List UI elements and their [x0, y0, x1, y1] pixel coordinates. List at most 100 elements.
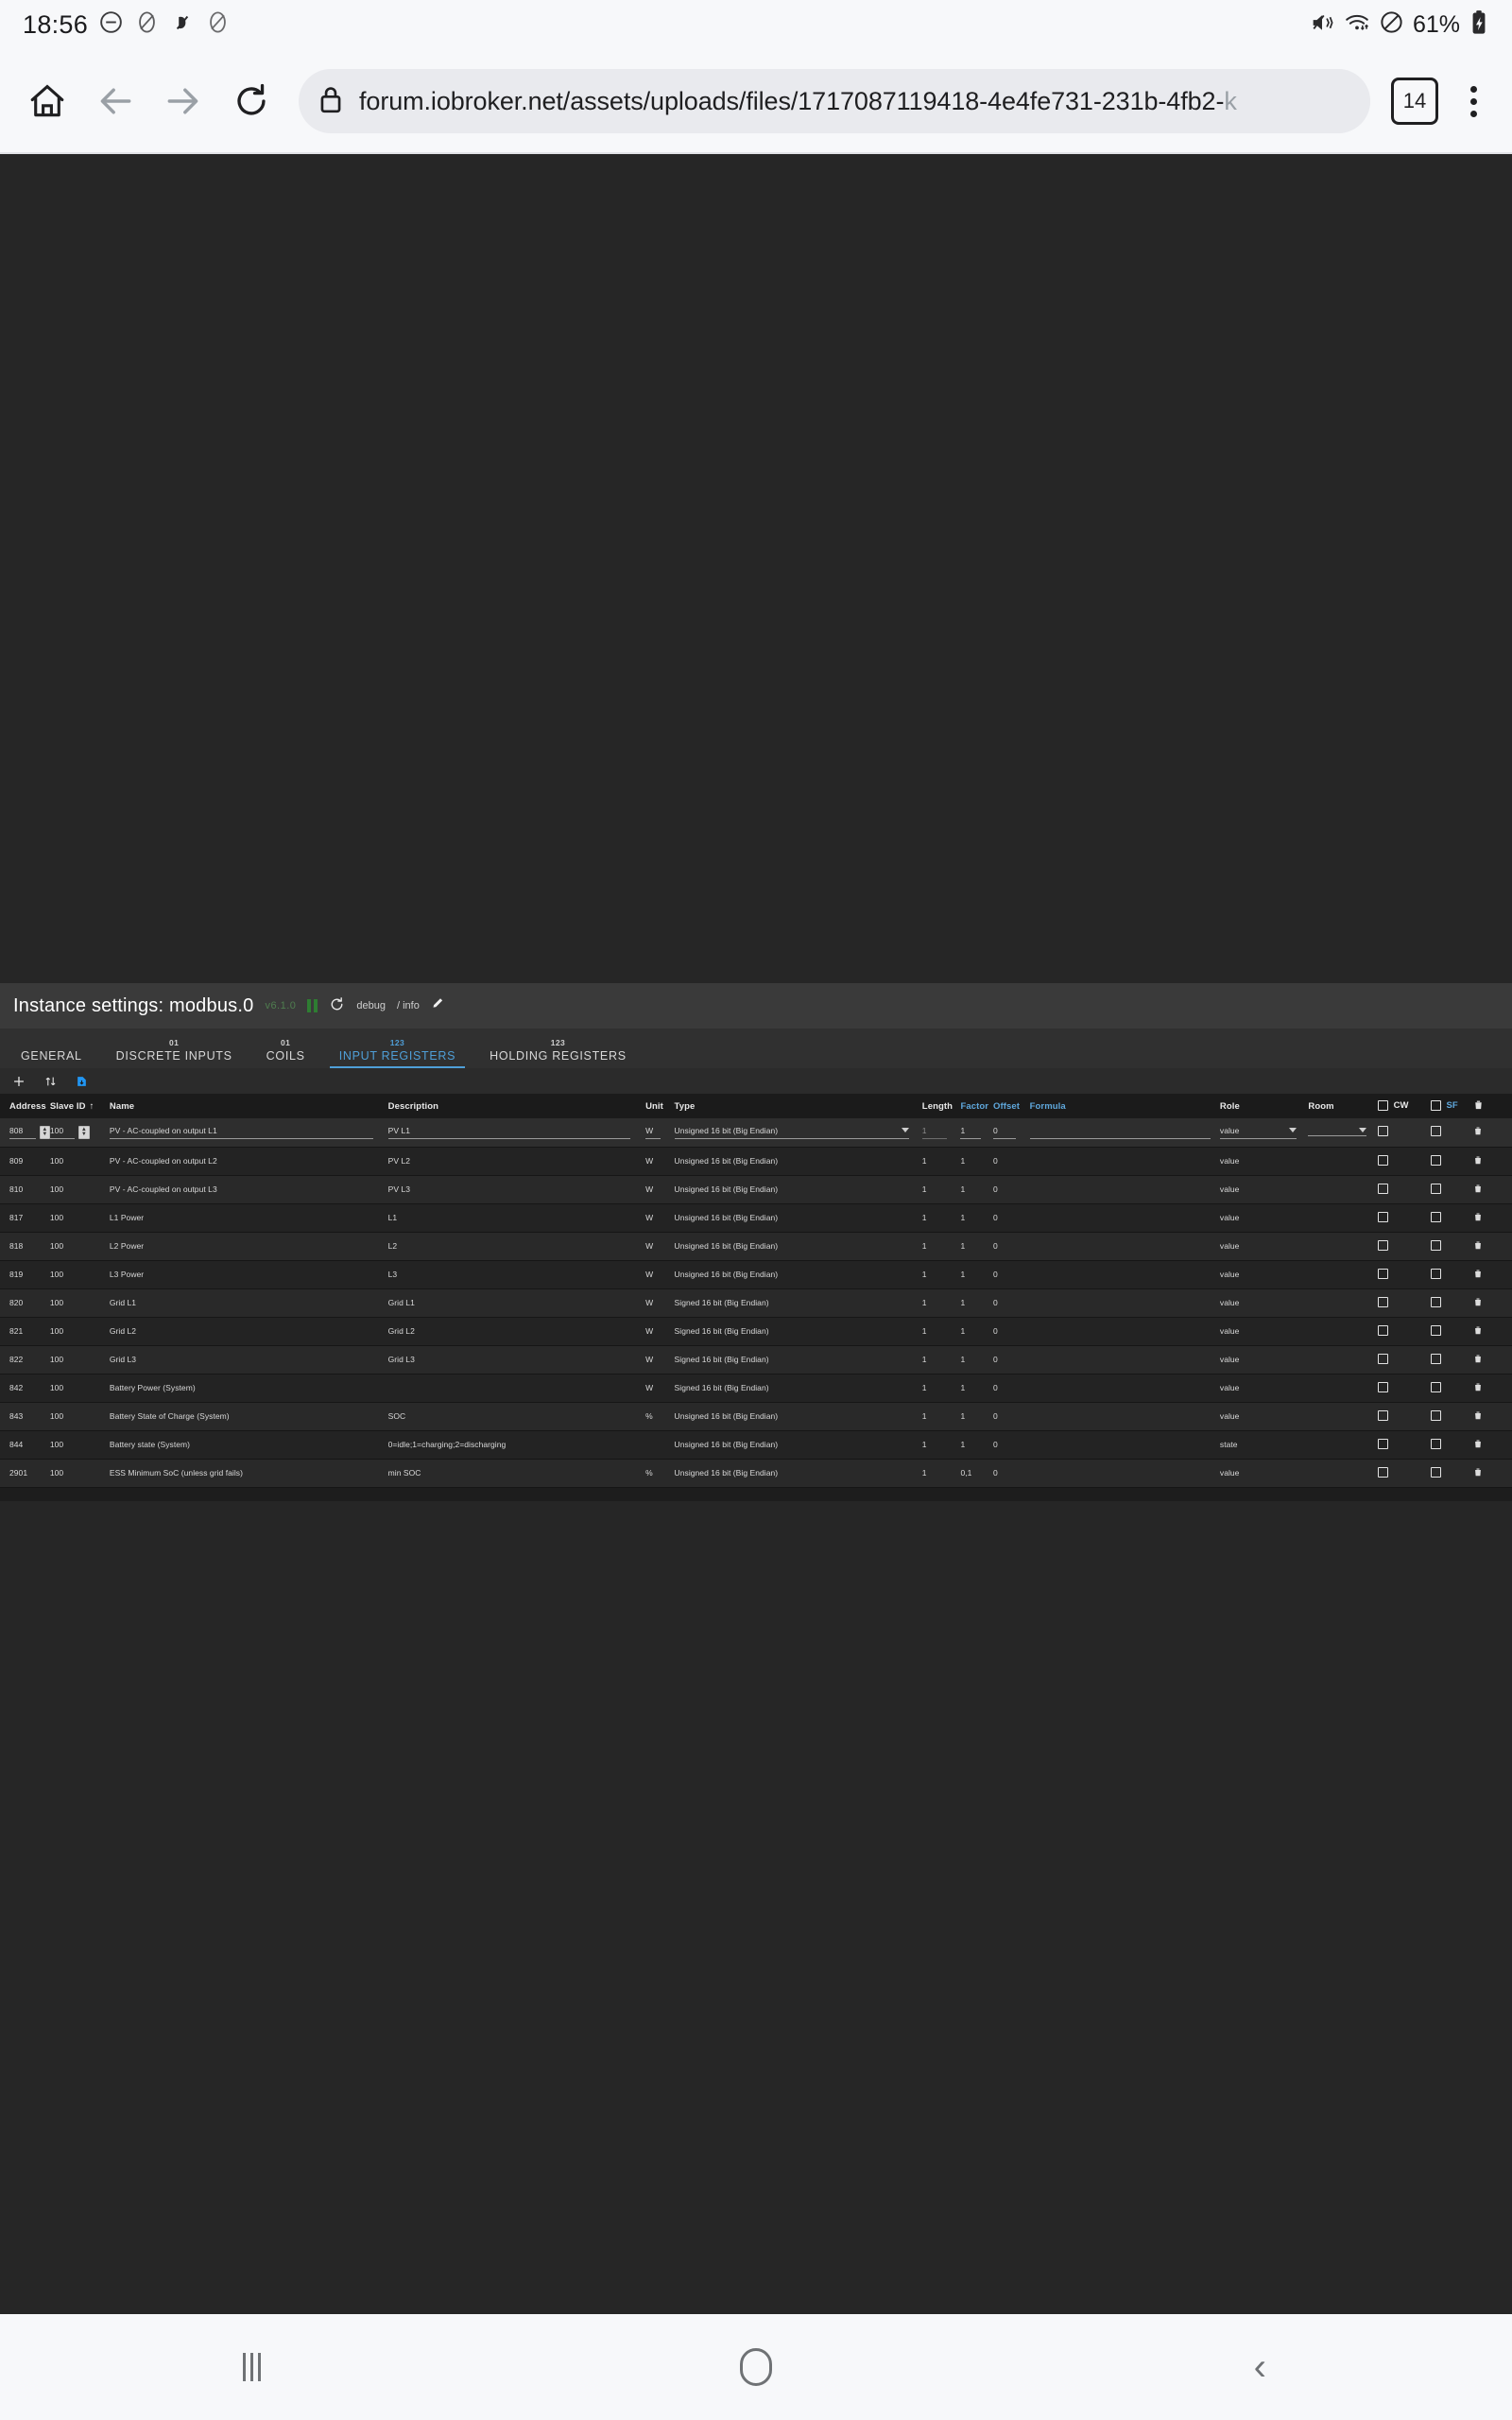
cell-length[interactable]: 1 [922, 1402, 961, 1430]
tab-holding-registers[interactable]: 123 HOLDING REGISTERS [472, 1028, 644, 1068]
cell-type[interactable]: Unsigned 16 bit (Big Endian) [675, 1147, 922, 1175]
cell-name[interactable]: Grid L3 [110, 1345, 388, 1374]
table-row[interactable]: 819 100 L3 Power L3 W Unsigned 16 bit (Big En… [0, 1260, 1512, 1288]
cell-factor[interactable]: 1 [960, 1288, 993, 1317]
cell-role[interactable]: value [1220, 1317, 1309, 1345]
kebab-menu-icon[interactable] [1452, 71, 1495, 131]
sf-checkbox[interactable] [1430, 1239, 1441, 1251]
sf-checkbox[interactable] [1430, 1183, 1441, 1194]
cell-address[interactable]: 843 [0, 1402, 50, 1430]
col-delete-all[interactable] [1473, 1095, 1512, 1118]
cell-sf[interactable] [1430, 1147, 1474, 1175]
cell-length[interactable]: 1 [922, 1175, 961, 1203]
cell-delete[interactable] [1473, 1430, 1512, 1459]
cell-unit[interactable]: W [645, 1175, 674, 1203]
cell-role[interactable]: value [1220, 1147, 1309, 1175]
cell-description[interactable]: L3 [388, 1260, 645, 1288]
cell-sf[interactable] [1430, 1459, 1474, 1487]
cell-address[interactable]: 817 [0, 1203, 50, 1232]
cell-factor[interactable]: 1 [960, 1402, 993, 1430]
cw-checkbox[interactable] [1377, 1154, 1388, 1166]
tab-input-registers[interactable]: 123 INPUT REGISTERS [322, 1028, 472, 1068]
cell-factor[interactable]: 1 [960, 1374, 993, 1402]
cell-formula[interactable] [1030, 1288, 1220, 1317]
cell-address[interactable]: 2901 [0, 1459, 50, 1487]
cell-delete[interactable] [1473, 1317, 1512, 1345]
cell-slave-id[interactable]: 100 [50, 1430, 110, 1459]
cell-address[interactable]: 822 [0, 1345, 50, 1374]
cell-type[interactable]: Signed 16 bit (Big Endian) [675, 1345, 922, 1374]
cell-offset[interactable]: 0 [993, 1147, 1030, 1175]
cell-delete[interactable] [1473, 1374, 1512, 1402]
col-sf[interactable]: SF [1430, 1095, 1474, 1118]
cell-length[interactable]: 1 [922, 1147, 961, 1175]
cell-formula[interactable] [1030, 1402, 1220, 1430]
table-row[interactable]: 842 100 Battery Power (System) W Signed 16 b… [0, 1374, 1512, 1402]
cell-slave-id[interactable]: 100 [50, 1175, 110, 1203]
cell-formula[interactable] [1030, 1345, 1220, 1374]
cell-formula[interactable] [1030, 1147, 1220, 1175]
cell-cw[interactable] [1377, 1402, 1431, 1430]
cell-address[interactable]: 844 [0, 1430, 50, 1459]
trash-icon[interactable] [1473, 1410, 1483, 1423]
cell-delete[interactable] [1473, 1147, 1512, 1175]
cell-description[interactable]: SOC [388, 1402, 645, 1430]
cell-room[interactable] [1308, 1118, 1377, 1147]
cell-sf[interactable] [1430, 1374, 1474, 1402]
cell-factor[interactable]: 1 [960, 1260, 993, 1288]
cell-role[interactable]: value [1219, 1118, 1309, 1147]
cell-name[interactable]: Battery Power (System) [110, 1374, 388, 1402]
cell-name[interactable]: Grid L1 [110, 1288, 388, 1317]
table-row[interactable]: 820 100 Grid L1 Grid L1 W Signed 16 bit (Big … [0, 1288, 1512, 1317]
tab-counter-button[interactable]: 14 [1391, 78, 1438, 125]
cell-sf[interactable] [1430, 1345, 1474, 1374]
cell-formula[interactable] [1030, 1317, 1220, 1345]
slave-stepper[interactable]: ▲ ▼ [77, 1125, 90, 1139]
cell-name[interactable]: PV - AC-coupled on output L3 [110, 1175, 388, 1203]
cw-checkbox[interactable] [1377, 1211, 1388, 1222]
col-name[interactable]: Name [109, 1095, 388, 1118]
cell-description[interactable]: Grid L2 [388, 1317, 645, 1345]
cell-formula[interactable] [1030, 1459, 1220, 1487]
sf-checkbox[interactable] [1430, 1438, 1441, 1449]
cell-slave-id[interactable]: 100 [50, 1317, 110, 1345]
cw-checkbox[interactable] [1377, 1126, 1388, 1137]
cell-delete[interactable] [1473, 1175, 1512, 1203]
col-cw[interactable]: CW [1377, 1095, 1431, 1118]
col-room[interactable]: Room [1308, 1095, 1378, 1118]
cell-role[interactable]: value [1220, 1232, 1309, 1260]
cell-cw[interactable] [1377, 1374, 1431, 1402]
cell-sf[interactable] [1430, 1203, 1474, 1232]
cell-slave-id[interactable]: 100 [50, 1232, 110, 1260]
cell-cw[interactable] [1377, 1317, 1431, 1345]
cell-type[interactable]: Unsigned 16 bit (Big Endian) [675, 1459, 922, 1487]
cell-delete[interactable] [1473, 1345, 1512, 1374]
cw-checkbox[interactable] [1377, 1353, 1388, 1364]
table-row[interactable]: 821 100 Grid L2 Grid L2 W Signed 16 bit (Big … [0, 1317, 1512, 1345]
cell-delete[interactable] [1473, 1203, 1512, 1232]
cell-sf[interactable] [1430, 1317, 1474, 1345]
cell-sf[interactable] [1430, 1232, 1474, 1260]
import-export-icon[interactable] [76, 1075, 88, 1088]
cell-formula[interactable] [1030, 1175, 1220, 1203]
cell-cw[interactable] [1377, 1147, 1431, 1175]
cell-cw[interactable] [1377, 1459, 1431, 1487]
cell-type[interactable]: Unsigned 16 bit (Big Endian) [675, 1260, 922, 1288]
cell-length[interactable]: 1 [922, 1374, 961, 1402]
cell-length[interactable]: 1 [922, 1203, 961, 1232]
pencil-icon[interactable] [431, 996, 445, 1015]
cell-unit[interactable]: W [645, 1374, 674, 1402]
cell-role[interactable]: value [1220, 1345, 1309, 1374]
sf-checkbox[interactable] [1430, 1126, 1441, 1137]
table-row[interactable]: 843 100 Battery State of Charge (System) SO… [0, 1402, 1512, 1430]
cell-type[interactable]: Unsigned 16 bit (Big Endian) [675, 1175, 922, 1203]
cell-address[interactable]: 842 [0, 1374, 50, 1402]
cell-type[interactable]: Signed 16 bit (Big Endian) [675, 1317, 922, 1345]
cell-slave-id[interactable]: 100 [50, 1345, 110, 1374]
sf-checkbox[interactable] [1430, 1381, 1441, 1392]
cell-length[interactable]: 1 [922, 1345, 961, 1374]
cell-unit[interactable]: W [645, 1232, 674, 1260]
sf-checkbox[interactable] [1430, 1268, 1441, 1279]
cw-checkbox[interactable] [1377, 1183, 1388, 1194]
cell-unit[interactable]: W [645, 1345, 674, 1374]
